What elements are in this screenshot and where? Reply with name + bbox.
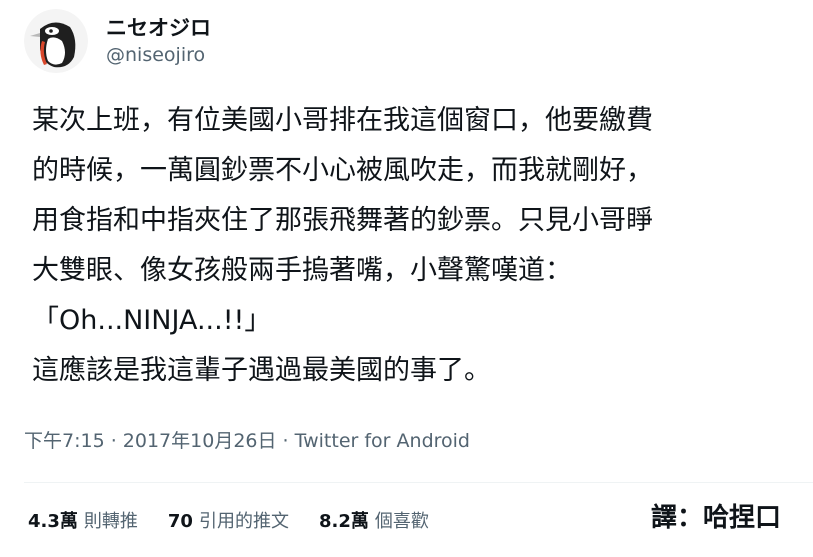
meta-separator: · (276, 430, 295, 452)
tweet-line: 用食指和中指夾住了那張飛舞著的鈔票。只見小哥睜 (32, 205, 653, 236)
meta-separator: · (104, 430, 123, 452)
tweet-line: 這應該是我這輩子遇過最美國的事了。 (32, 355, 491, 386)
tweet-line: 某次上班，有位美國小哥排在我這個窗口，他要繳費 (32, 105, 653, 136)
author-display-name[interactable]: ニセオジロ (106, 14, 211, 42)
tweet-date[interactable]: 2017年10月26日 (123, 430, 277, 452)
tweet-stats: 4.3萬 則轉推 70 引用的推文 8.2萬 個喜歡 (28, 504, 459, 536)
tweet-line: 大雙眼、像女孩般兩手摀著嘴，小聲驚嘆道： (32, 255, 572, 286)
tweet-header: ニセオジロ @niseojiro (24, 9, 211, 73)
retweets-label: 則轉推 (83, 511, 138, 532)
divider (24, 482, 813, 483)
quotes-count: 70 (167, 511, 193, 532)
likes-label: 個喜歡 (374, 511, 429, 532)
retweets-count: 4.3萬 (28, 511, 78, 532)
tweet-time[interactable]: 下午7:15 (24, 430, 105, 452)
tweet-meta: 下午7:15 · 2017年10月26日 · Twitter for Andro… (24, 427, 470, 455)
author-handle[interactable]: @niseojiro (106, 42, 211, 68)
tweet-line: 的時候，一萬圓鈔票不小心被風吹走，而我就剛好， (32, 155, 653, 186)
quotes-stat[interactable]: 70 引用的推文 (168, 507, 289, 533)
tweet-text: 某次上班，有位美國小哥排在我這個窗口，他要繳費 的時候，一萬圓鈔票不小心被風吹走… (32, 96, 802, 396)
likes-stat[interactable]: 8.2萬 個喜歡 (319, 507, 429, 533)
tweet-source[interactable]: Twitter for Android (295, 430, 470, 452)
likes-count: 8.2萬 (318, 511, 369, 532)
quotes-label: 引用的推文 (198, 511, 289, 532)
author-names: ニセオジロ @niseojiro (106, 14, 211, 68)
tweet-line: 「Oh...NINJA...!!」 (32, 305, 272, 336)
penguin-avatar-icon[interactable] (24, 9, 88, 73)
retweets-stat[interactable]: 4.3萬 則轉推 (28, 507, 138, 533)
translator-credit: 譯：哈捏口 (650, 503, 781, 533)
